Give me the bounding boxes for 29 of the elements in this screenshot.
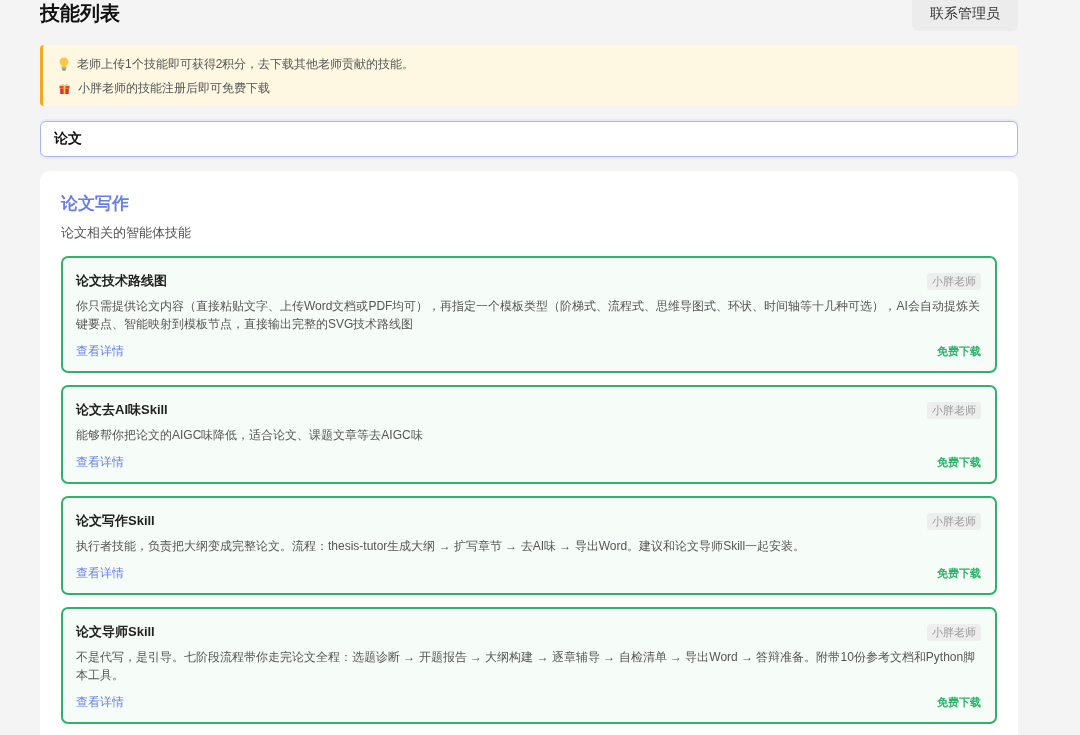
skill-title: 论文技术路线图 [76,272,167,290]
view-details-link[interactable]: 查看详情 [76,454,124,470]
skill-description: 不是代写，是引导。七阶段流程带你走完论文全程：选题诊断 → 开题报告 → 大纲构建 → 逐章辅导 → 自检清单 → 导出Word → 答辩准备。附带10份参考文档和Python脚本工具。 [76,649,977,684]
view-details-link[interactable]: 查看详情 [76,343,124,359]
gift-icon [59,82,70,94]
lightbulb-icon [59,57,69,71]
section-title: 论文写作 [61,193,130,215]
search-field[interactable]: 论文 [40,121,1018,157]
section-subtitle: 论文相关的智能体技能 [61,224,192,242]
skill-title: 论文导师Skill [76,623,155,641]
skill-description: 你只需提供论文内容（直接粘贴文字、上传Word文档或PDF均可），再指定一个模板类型（阶梯式、流程式、思维导图式、环状、时间轴等十几种可选），AI会自动提炼关键要点、智能映射到模板节点，直接输出完整的SVG技术路线图 [76,298,981,333]
skill-title: 论文去AI味Skill [76,401,168,419]
page-title: 技能列表 [40,1,120,26]
skill-title: 论文写作Skill [76,512,155,530]
author-tag: 小胖老师 [927,401,981,419]
free-download-link[interactable]: 免费下载 [937,694,981,710]
view-details-link[interactable]: 查看详情 [76,565,124,581]
notice-text: 老师上传1个技能即可获得2积分，去下载其他老师贡献的技能。 [77,56,415,73]
author-tag: 小胖老师 [927,272,981,290]
contact-admin-button[interactable]: 联系管理员 [912,0,1018,31]
author-tag: 小胖老师 [927,512,981,530]
skill-description: 能够帮你把论文的AIGC味降低，适合论文、课题文章等去AIGC味 [76,427,424,444]
free-download-link[interactable]: 免费下载 [937,454,981,470]
free-download-link[interactable]: 免费下载 [937,343,981,359]
free-download-link[interactable]: 免费下载 [937,565,981,581]
author-tag: 小胖老师 [927,623,981,641]
view-details-link[interactable]: 查看详情 [76,694,124,710]
skill-description: 执行者技能，负责把大纲变成完整论文。流程：thesis-tutor生成大纲 → 扩写章节 → 去AI味 → 导出Word。建议和论文导师Skill一起安装。 [76,538,807,555]
notice-text: 小胖老师的技能注册后即可免费下载 [78,80,270,97]
